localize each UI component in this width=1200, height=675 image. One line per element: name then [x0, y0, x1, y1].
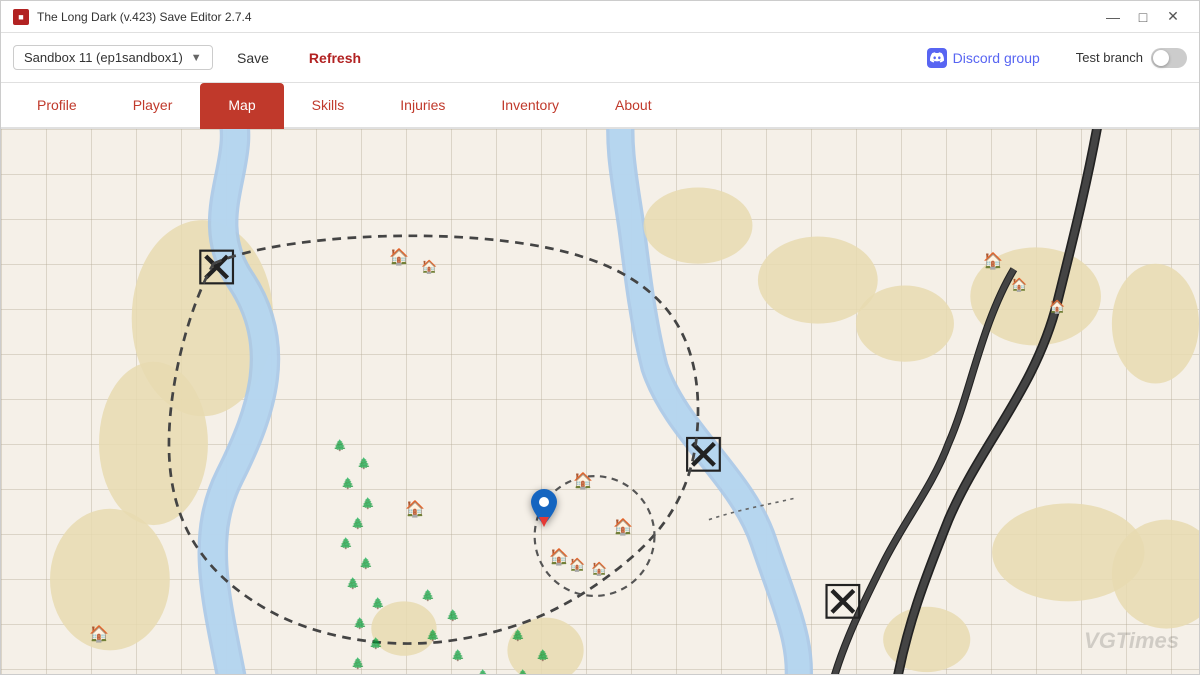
test-branch-label: Test branch — [1076, 50, 1143, 65]
tree-icon-10: 🌲 — [353, 617, 367, 630]
tree-icon-25: 🌲 — [511, 629, 525, 642]
discord-icon — [927, 48, 947, 68]
house-icon-3: 🏠 — [983, 251, 1003, 271]
title-bar: ■ The Long Dark (v.423) Save Editor 2.7.… — [1, 1, 1199, 33]
tree-icon-22: 🌲 — [476, 669, 490, 674]
tree-icon-11: 🌲 — [369, 637, 383, 650]
tab-injuries[interactable]: Injuries — [372, 83, 473, 129]
tree-icon-26: 🌲 — [536, 649, 550, 662]
app-icon: ■ — [13, 9, 29, 25]
tree-icon-8: 🌲 — [346, 577, 360, 590]
house-icon-2: 🏠 — [421, 259, 437, 275]
tree-icon-5: 🌲 — [351, 517, 365, 530]
window-controls: — □ ✕ — [1099, 6, 1187, 28]
tree-icon-4: 🌲 — [361, 497, 375, 510]
tree-icon-6: 🌲 — [339, 537, 353, 550]
toggle-knob — [1153, 50, 1169, 66]
close-button[interactable]: ✕ — [1159, 6, 1187, 28]
discord-label: Discord group — [953, 50, 1040, 66]
house-icon-4: 🏠 — [1011, 277, 1027, 293]
tab-about[interactable]: About — [587, 83, 680, 129]
refresh-button[interactable]: Refresh — [293, 44, 377, 72]
player-marker — [531, 489, 557, 530]
minimize-button[interactable]: — — [1099, 6, 1127, 28]
house-icon-12: 🏠 — [89, 624, 109, 644]
tab-profile[interactable]: Profile — [9, 83, 105, 129]
tree-icon-3: 🌲 — [341, 477, 355, 490]
tree-icon-20: 🌲 — [426, 629, 440, 642]
tab-skills[interactable]: Skills — [284, 83, 373, 129]
house-icon-9: 🏠 — [549, 547, 569, 567]
map-svg — [1, 129, 1199, 674]
tree-icon-18: 🌲 — [421, 589, 435, 602]
tab-inventory[interactable]: Inventory — [473, 83, 587, 129]
discord-link[interactable]: Discord group — [915, 42, 1052, 74]
house-icon-1: 🏠 — [389, 247, 409, 267]
house-icon-6: 🏠 — [573, 471, 593, 491]
tree-icon-19: 🌲 — [446, 609, 460, 622]
tabs-bar: Profile Player Map Skills Injuries Inven… — [1, 83, 1199, 129]
app-window: ■ The Long Dark (v.423) Save Editor 2.7.… — [0, 0, 1200, 675]
tree-icon-9: 🌲 — [371, 597, 385, 610]
map-container[interactable]: 🏠 🏠 🏠 🏠 🏠 🏠 🏠 🏠 🏠 🏠 🏠 🏠 🌲 🌲 🌲 🌲 🌲 🌲 🌲 — [1, 129, 1199, 674]
watermark: VGTimes — [1084, 628, 1179, 654]
house-icon-10: 🏠 — [569, 557, 585, 573]
tree-icon-1: 🌲 — [333, 439, 347, 452]
window-title: The Long Dark (v.423) Save Editor 2.7.4 — [37, 10, 1099, 24]
toolbar: Sandbox 11 (ep1sandbox1) ▼ Save Refresh … — [1, 33, 1199, 83]
map-canvas: 🏠 🏠 🏠 🏠 🏠 🏠 🏠 🏠 🏠 🏠 🏠 🏠 🌲 🌲 🌲 🌲 🌲 🌲 🌲 — [1, 129, 1199, 674]
tree-icon-27: 🌲 — [516, 669, 530, 674]
tree-icon-7: 🌲 — [359, 557, 373, 570]
house-icon-7: 🏠 — [405, 499, 425, 519]
tree-icon-12: 🌲 — [351, 657, 365, 670]
house-icon-11: 🏠 — [591, 561, 607, 577]
sandbox-label: Sandbox 11 (ep1sandbox1) — [24, 50, 183, 65]
tree-icon-2: 🌲 — [357, 457, 371, 470]
tab-map[interactable]: Map — [200, 83, 283, 129]
tree-icon-21: 🌲 — [451, 649, 465, 662]
house-icon-8: 🏠 — [613, 517, 633, 537]
test-branch-toggle[interactable] — [1151, 48, 1187, 68]
dropdown-arrow-icon: ▼ — [191, 52, 202, 64]
house-icon-5: 🏠 — [1049, 299, 1065, 315]
sandbox-selector[interactable]: Sandbox 11 (ep1sandbox1) ▼ — [13, 45, 213, 70]
test-branch-container: Test branch — [1076, 48, 1187, 68]
save-button[interactable]: Save — [221, 44, 285, 72]
maximize-button[interactable]: □ — [1129, 6, 1157, 28]
tab-player[interactable]: Player — [105, 83, 201, 129]
